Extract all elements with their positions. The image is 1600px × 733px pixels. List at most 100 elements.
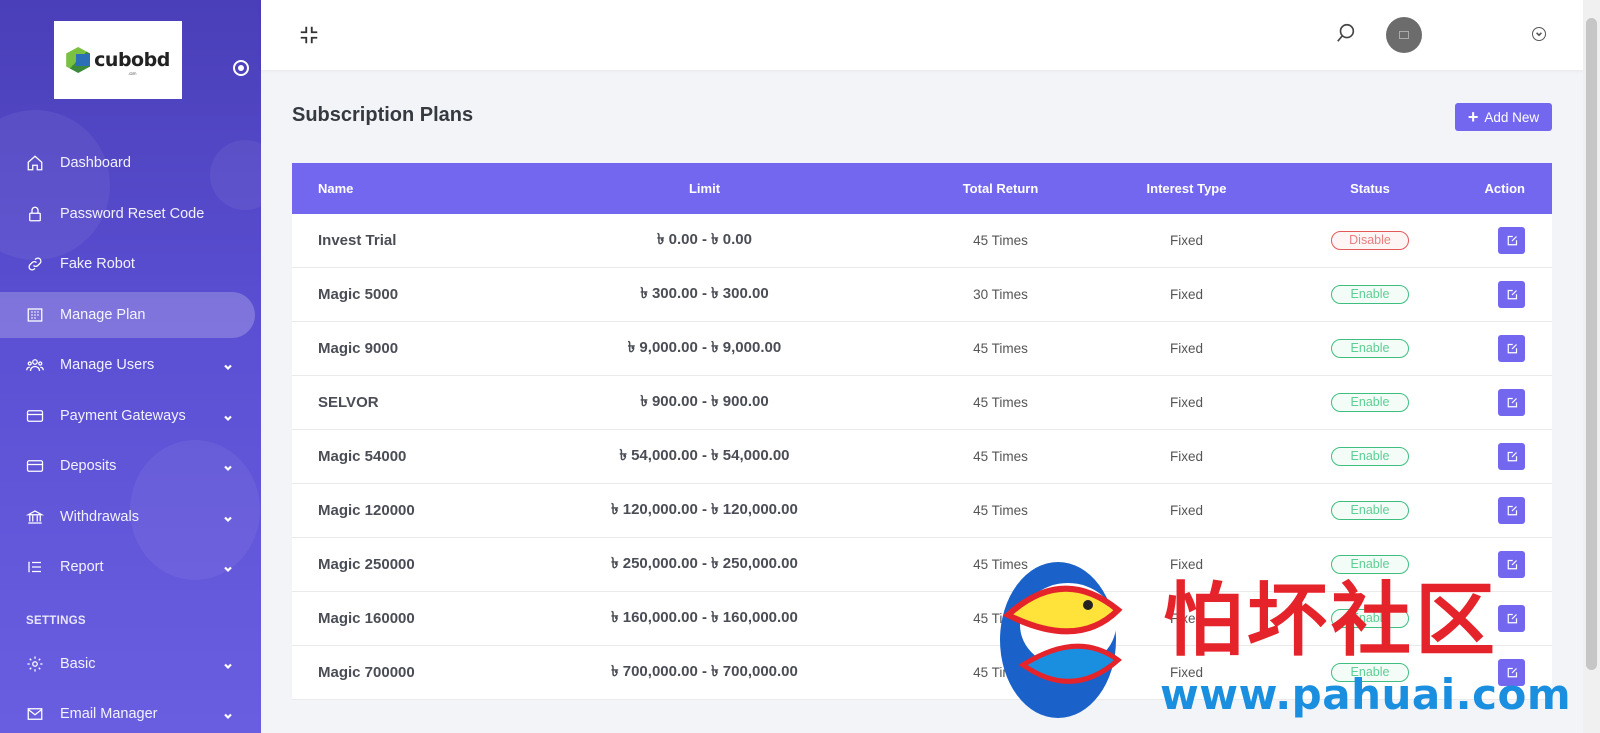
plan-limit: ৳ 9,000.00 - ৳ 9,000.00 xyxy=(627,339,782,356)
plan-total-return: 45 Times xyxy=(973,341,1028,356)
sidebar-item-report[interactable]: Report xyxy=(0,542,261,593)
table-header: Name Limit Total Return Interest Type St… xyxy=(292,163,1552,214)
plan-name: Magic 5000 xyxy=(318,286,399,303)
link-icon xyxy=(26,255,44,273)
edit-icon xyxy=(1506,343,1518,355)
header-action: Action xyxy=(1484,181,1525,196)
plan-interest-type: Fixed xyxy=(1169,449,1203,464)
sidebar-item-email-manager[interactable]: Email Manager xyxy=(0,689,261,733)
edit-button[interactable] xyxy=(1498,605,1525,632)
edit-button[interactable] xyxy=(1498,443,1525,470)
chevron-down-icon xyxy=(223,512,233,522)
edit-icon xyxy=(1506,451,1518,463)
header-interest-type: Interest Type xyxy=(1146,181,1227,196)
plan-name: Magic 250000 xyxy=(318,556,415,573)
edit-button[interactable] xyxy=(1498,497,1525,524)
table-row: Magic 9000 ৳ 9,000.00 - ৳ 9,000.00 45 Time… xyxy=(292,322,1552,376)
sidebar-item-withdrawals[interactable]: Withdrawals xyxy=(0,492,261,543)
page-title: Subscription Plans xyxy=(292,104,474,126)
users-icon xyxy=(26,356,44,374)
list-icon xyxy=(26,558,44,576)
sidebar-item-label: Dashboard xyxy=(60,155,131,172)
sidebar-item-label: Manage Plan xyxy=(60,306,146,323)
plan-interest-type: Fixed xyxy=(1169,341,1203,356)
table-row: Magic 54000 ৳ 54,000.00 - ৳ 54,000.00 45 T… xyxy=(292,430,1552,484)
brand-logo[interactable]: cubobd .com xyxy=(54,21,182,99)
plan-limit: ৳ 0.00 - ৳ 0.00 xyxy=(657,231,752,248)
plan-limit: ৳ 700,000.00 - ৳ 700,000.00 xyxy=(611,663,798,680)
sidebar-item-fake-robot[interactable]: Fake Robot xyxy=(0,239,261,290)
status-badge: Enable xyxy=(1331,339,1409,358)
sidebar-item-label: Report xyxy=(60,559,104,576)
plus-icon: + xyxy=(1467,107,1479,127)
plan-limit: ৳ 300.00 - ৳ 300.00 xyxy=(640,285,769,302)
chevron-down-icon xyxy=(223,461,233,472)
building-icon xyxy=(26,306,44,324)
plan-name: Invest Trial xyxy=(318,232,397,249)
sidebar-nav: Dashboard Password Reset Code Fake Robot Ma… xyxy=(0,138,261,733)
sidebar-item-label: Fake Robot xyxy=(60,256,135,273)
edit-icon xyxy=(1506,505,1518,517)
status-badge: Enable xyxy=(1331,501,1409,520)
topbar xyxy=(261,0,1583,70)
credit-card-icon xyxy=(26,457,44,475)
plan-total-return: 30 Times xyxy=(973,287,1028,302)
header-total-return: Total Return xyxy=(962,181,1039,196)
edit-icon xyxy=(1506,235,1518,247)
edit-icon xyxy=(1506,613,1518,625)
sidebar-item-dashboard[interactable]: Dashboard xyxy=(0,138,261,189)
edit-button[interactable] xyxy=(1498,335,1525,362)
lock-icon xyxy=(26,205,44,223)
plan-interest-type: Fixed xyxy=(1169,233,1203,248)
add-new-button[interactable]: + Add New xyxy=(1455,103,1552,131)
sidebar-item-label: Password Reset Code xyxy=(60,205,205,222)
edit-button[interactable] xyxy=(1498,389,1525,416)
plan-total-return: 45 Times xyxy=(973,449,1028,464)
table-row: SELVOR ৳ 900.00 - ৳ 900.00 45 Times Fixed En… xyxy=(292,376,1552,430)
plan-total-return: 45 Times xyxy=(973,665,1028,680)
plan-total-return: 45 Times xyxy=(973,557,1028,572)
sidebar-item-payment-gateways[interactable]: Payment Gateways xyxy=(0,391,261,442)
chevron-down-icon xyxy=(223,562,233,573)
scrollbar-thumb[interactable] xyxy=(1586,18,1597,670)
plan-total-return: 45 Times xyxy=(973,233,1028,248)
chevron-down-icon xyxy=(223,360,233,371)
sidebar-item-manage-plan[interactable]: Manage Plan xyxy=(0,291,255,338)
search-icon[interactable] xyxy=(1335,22,1357,44)
plan-name: Magic 160000 xyxy=(318,610,415,627)
plan-interest-type: Fixed xyxy=(1169,503,1203,518)
plan-limit: ৳ 250,000.00 - ৳ 250,000.00 xyxy=(611,555,798,572)
edit-button[interactable] xyxy=(1498,227,1525,254)
chevron-down-icon[interactable] xyxy=(1532,27,1546,41)
table-row: Invest Trial ৳ 0.00 - ৳ 0.00 45 Times Fixed… xyxy=(292,214,1552,268)
sidebar-item-label: Payment Gateways xyxy=(60,407,186,424)
broken-image-icon xyxy=(1399,31,1409,39)
sidebar-item-label: Deposits xyxy=(60,458,117,475)
edit-button[interactable] xyxy=(1498,281,1525,308)
chevron-down-icon xyxy=(223,709,233,720)
sidebar-item-label: Withdrawals xyxy=(60,508,139,525)
edit-button[interactable] xyxy=(1498,551,1525,578)
credit-card-icon xyxy=(26,407,44,425)
sidebar-item-manage-users[interactable]: Manage Users xyxy=(0,340,261,391)
envelope-icon xyxy=(26,705,44,723)
edit-icon xyxy=(1506,559,1518,571)
edit-icon xyxy=(1506,397,1518,409)
plan-limit: ৳ 160,000.00 - ৳ 160,000.00 xyxy=(611,609,798,626)
sidebar: cubobd .com Dashboard Password Reset Code F… xyxy=(0,0,261,733)
plan-limit: ৳ 120,000.00 - ৳ 120,000.00 xyxy=(611,501,798,518)
watermark-url: www.pahuai.com xyxy=(1160,670,1572,719)
edit-icon xyxy=(1506,289,1518,301)
sidebar-item-label: Manage Users xyxy=(60,357,155,374)
sidebar-item-deposits[interactable]: Deposits xyxy=(0,441,261,492)
plan-name: SELVOR xyxy=(318,394,379,411)
sidebar-item-password-reset-code[interactable]: Password Reset Code xyxy=(0,189,261,240)
settings-heading: SETTINGS xyxy=(26,614,86,627)
sidebar-item-basic[interactable]: Basic xyxy=(0,639,261,690)
avatar[interactable] xyxy=(1386,17,1422,53)
table-row: Magic 5000 ৳ 300.00 - ৳ 300.00 30 Times Fix… xyxy=(292,268,1552,322)
sidebar-toggle-icon[interactable] xyxy=(233,60,249,76)
compress-icon[interactable] xyxy=(298,24,320,46)
table-row: Magic 120000 ৳ 120,000.00 - ৳ 120,000.00 4… xyxy=(292,484,1552,538)
sidebar-item-label: Email Manager xyxy=(60,706,158,723)
